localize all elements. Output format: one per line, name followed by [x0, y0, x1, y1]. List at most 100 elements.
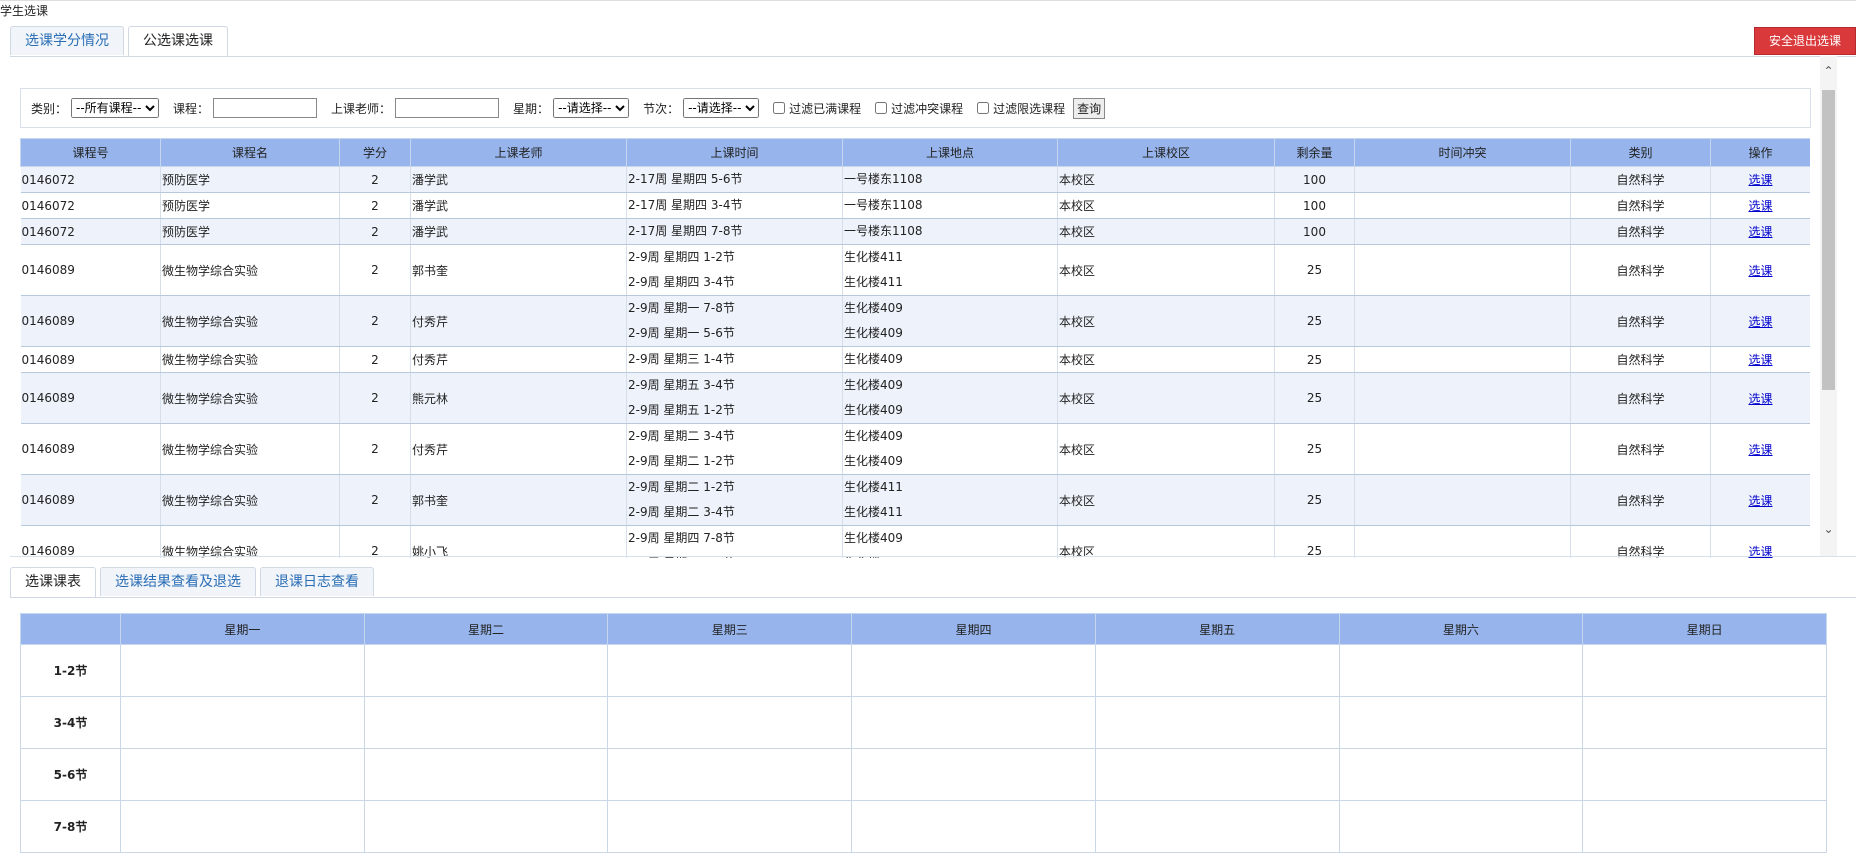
cell-course-id: 0146072: [20, 192, 161, 219]
cell-remaining: 25: [1274, 474, 1355, 526]
schedule-day-wed: 星期三: [607, 613, 853, 645]
table-row: 0146089 微生物学综合实验 2 付秀芹 2-9周 星期二 3-4节 2-9周 星期二…: [20, 423, 1810, 475]
cell-time: 2-9周 星期四 7-8节2-9周 星期四 5-6节: [626, 525, 843, 558]
cell-time: 2-9周 星期二 1-2节 2-9周 星期二 3-4节: [626, 474, 843, 526]
place-line: 生化楼409: [844, 403, 903, 417]
scroll-up-icon[interactable]: ⌃: [1820, 64, 1837, 78]
safe-exit-button[interactable]: 安全退出选课: [1754, 27, 1856, 55]
header-conflict: 时间冲突: [1354, 138, 1571, 167]
cell-action: 选课: [1710, 525, 1810, 558]
bottom-tab-divider: [10, 597, 1856, 598]
schedule-cell: [1094, 800, 1340, 853]
filter-conflict-checkbox[interactable]: [875, 102, 888, 114]
filter-full-label: 过滤已满课程: [789, 101, 862, 116]
cell-time: 2-17周 星期四 5-6节: [626, 166, 843, 193]
scrollbar-thumb[interactable]: [1822, 90, 1835, 390]
time-line: 2-17周 星期四 3-4节: [628, 198, 743, 212]
cell-course-id: 0146089: [20, 525, 161, 558]
cell-place: 生化楼409生化楼409: [842, 295, 1058, 347]
header-course-name: 课程名: [160, 138, 340, 167]
cell-course-name: 预防医学: [160, 192, 340, 219]
table-row: 0146072 预防医学 2 潘学武 2-17周 星期四 5-6节 一号楼东1108 本校区…: [20, 166, 1810, 193]
select-course-link[interactable]: 选课: [1748, 443, 1772, 457]
vertical-scrollbar[interactable]: ⌃ ⌄: [1820, 56, 1837, 556]
filter-conflict-label: 过滤冲突课程: [891, 101, 964, 116]
schedule-cell: [1094, 644, 1340, 697]
schedule-cell: [1582, 644, 1827, 697]
time-line: 2-9周 星期二 1-2节: [628, 480, 735, 494]
weekday-select[interactable]: --请选择--: [553, 98, 630, 118]
schedule-period-label: 3-4节: [20, 696, 121, 749]
table-row: 0146089 微生物学综合实验 2 付秀芹 2-9周 星期一 7-8节 2-9周 星期一…: [20, 295, 1810, 347]
header-campus: 上课校区: [1057, 138, 1275, 167]
query-button[interactable]: 查询: [1073, 97, 1106, 119]
tab-selection-results[interactable]: 选课结果查看及退选: [100, 567, 256, 596]
cell-credit: 2: [339, 192, 411, 219]
section-divider: [10, 556, 1856, 557]
cell-category: 自然科学: [1570, 192, 1711, 219]
place-line: 一号楼东1108: [844, 172, 923, 186]
schedule-cell: [1582, 748, 1827, 801]
cell-course-id: 0146089: [20, 346, 161, 373]
header-category: 类别: [1570, 138, 1711, 167]
cell-course-id: 0146072: [20, 218, 161, 245]
place-line: 生化楼409: [844, 378, 903, 392]
course-table-container: 课程号 课程名 学分 上课老师 上课时间 上课地点 上课校区 剩余量 时间冲突 …: [20, 138, 1810, 558]
table-row: 0146089 微生物学综合实验 2 熊元林 2-9周 星期五 3-4节 2-9周 星期五…: [20, 372, 1810, 424]
cell-place: 一号楼东1108: [842, 166, 1058, 193]
cell-credit: 2: [339, 372, 411, 424]
place-line: 生化楼409: [844, 429, 903, 443]
select-course-link[interactable]: 选课: [1748, 199, 1772, 213]
select-course-link[interactable]: 选课: [1748, 315, 1772, 329]
cell-category: 自然科学: [1570, 244, 1711, 296]
select-course-link[interactable]: 选课: [1748, 225, 1772, 239]
cell-action: 选课: [1710, 372, 1810, 424]
top-tabs: 选课学分情况 公选课选课: [10, 26, 232, 57]
schedule-cell: [120, 800, 365, 853]
tab-public-course-selection[interactable]: 公选课选课: [128, 26, 228, 57]
select-course-link[interactable]: 选课: [1748, 494, 1772, 508]
filter-bar: 类别： --所有课程-- 课程： 上课老师： 星期： --请选择-- 节次： -…: [20, 88, 1811, 128]
cell-credit: 2: [339, 166, 411, 193]
scroll-down-icon[interactable]: ⌄: [1820, 522, 1837, 536]
cell-credit: 2: [339, 244, 411, 296]
cell-conflict: [1354, 474, 1571, 526]
cell-category: 自然科学: [1570, 218, 1711, 245]
cell-place: 生化楼409生化楼409: [842, 525, 1058, 558]
course-input[interactable]: [213, 98, 318, 118]
header-time: 上课时间: [626, 138, 843, 167]
cell-conflict: [1354, 166, 1571, 193]
select-course-link[interactable]: 选课: [1748, 392, 1772, 406]
header-credit: 学分: [339, 138, 411, 167]
schedule-cell: [1338, 696, 1584, 749]
tab-schedule[interactable]: 选课课表: [10, 567, 96, 598]
section-select[interactable]: --请选择--: [683, 98, 760, 118]
place-line: 生化楼411: [844, 250, 903, 264]
cell-category: 自然科学: [1570, 525, 1711, 558]
tab-credit-status[interactable]: 选课学分情况: [10, 26, 124, 55]
select-course-link[interactable]: 选课: [1748, 173, 1772, 187]
cell-conflict: [1354, 218, 1571, 245]
cell-time: 2-17周 星期四 3-4节: [626, 192, 843, 219]
cell-course-name: 微生物学综合实验: [160, 423, 340, 475]
teacher-input[interactable]: [395, 98, 500, 118]
select-course-link[interactable]: 选课: [1748, 264, 1772, 278]
header-remaining: 剩余量: [1274, 138, 1355, 167]
cell-action: 选课: [1710, 295, 1810, 347]
tab-divider: [10, 56, 1856, 57]
cell-course-name: 预防医学: [160, 218, 340, 245]
schedule-cell: [1094, 696, 1340, 749]
teacher-label: 上课老师：: [331, 101, 392, 116]
select-course-link[interactable]: 选课: [1748, 353, 1772, 367]
filter-full-checkbox[interactable]: [773, 102, 786, 114]
time-line: 2-9周 星期一 7-8节: [628, 301, 735, 315]
category-select[interactable]: --所有课程--: [71, 98, 160, 118]
tab-drop-log[interactable]: 退课日志查看: [260, 567, 374, 596]
cell-remaining: 100: [1274, 166, 1355, 193]
cell-place: 生化楼411 生化楼411: [842, 244, 1058, 296]
header-teacher: 上课老师: [410, 138, 627, 167]
filter-limit-checkbox[interactable]: [977, 102, 990, 114]
time-line: 2-9周 星期五 3-4节: [628, 378, 735, 392]
schedule-period-label: 5-6节: [20, 748, 121, 801]
cell-category: 自然科学: [1570, 474, 1711, 526]
